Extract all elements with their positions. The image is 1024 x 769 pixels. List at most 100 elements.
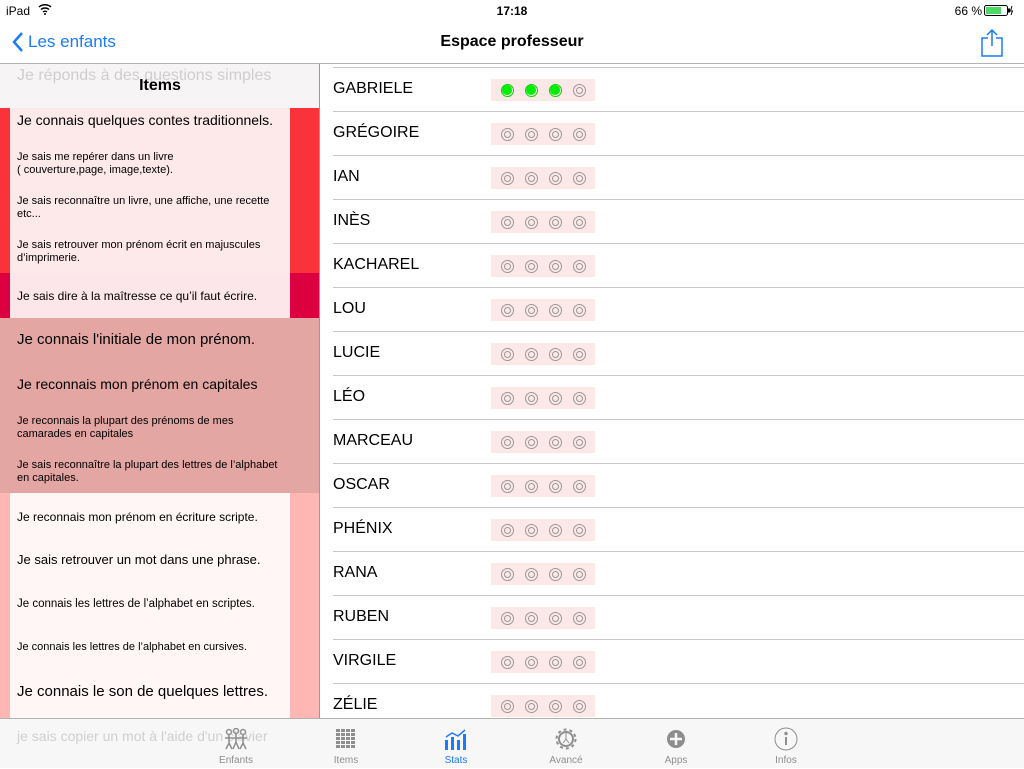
tab-avancé[interactable]: Avancé bbox=[521, 719, 611, 769]
level-dot-empty[interactable] bbox=[572, 347, 586, 361]
item-row[interactable]: Je connais le son de quelques lettres. bbox=[17, 683, 287, 701]
student-row[interactable]: PHÉNIX bbox=[321, 508, 1024, 552]
level-dot-empty[interactable] bbox=[500, 259, 514, 273]
level-dot-empty[interactable] bbox=[548, 655, 562, 669]
level-dot-empty[interactable] bbox=[572, 523, 586, 537]
tab-apps[interactable]: Apps bbox=[631, 719, 721, 769]
level-dot-empty[interactable] bbox=[572, 215, 586, 229]
student-row[interactable]: OSCAR bbox=[321, 464, 1024, 508]
level-dot-empty[interactable] bbox=[500, 523, 514, 537]
level-dot-empty[interactable] bbox=[524, 523, 538, 537]
student-row[interactable]: KACHAREL bbox=[321, 244, 1024, 288]
level-dot-empty[interactable] bbox=[548, 171, 562, 185]
item-row[interactable]: Je sais dire à la maîtresse ce qu’il fau… bbox=[17, 289, 287, 303]
level-dot-empty[interactable] bbox=[572, 303, 586, 317]
level-dot-empty[interactable] bbox=[500, 699, 514, 713]
student-row[interactable]: ZÉLIE bbox=[321, 684, 1024, 718]
level-dot-empty[interactable] bbox=[548, 391, 562, 405]
level-dot-empty[interactable] bbox=[524, 259, 538, 273]
level-dot-empty[interactable] bbox=[572, 171, 586, 185]
level-dot-empty[interactable] bbox=[524, 655, 538, 669]
student-row[interactable]: IAN bbox=[321, 156, 1024, 200]
level-dot-empty[interactable] bbox=[524, 303, 538, 317]
level-dot-empty[interactable] bbox=[500, 391, 514, 405]
student-row[interactable]: RANA bbox=[321, 552, 1024, 596]
item-row[interactable]: Je connais les lettres de l’alphabet en … bbox=[17, 641, 287, 654]
level-dot-filled[interactable] bbox=[548, 83, 562, 97]
level-dot-empty[interactable] bbox=[572, 567, 586, 581]
item-row[interactable]: Je connais les lettres de l’alphabet en … bbox=[17, 598, 287, 612]
item-row[interactable]: Je reconnais mon prénom en capitales bbox=[17, 376, 287, 393]
item-row[interactable]: Je connais l'initiale de mon prénom. bbox=[17, 331, 287, 349]
level-dot-empty[interactable] bbox=[572, 391, 586, 405]
student-row[interactable]: RUBEN bbox=[321, 596, 1024, 640]
level-rating bbox=[491, 387, 595, 409]
level-dot-empty[interactable] bbox=[524, 611, 538, 625]
tab-infos[interactable]: Infos bbox=[741, 719, 831, 769]
level-dot-empty[interactable] bbox=[548, 479, 562, 493]
student-row[interactable]: VIRGILE bbox=[321, 640, 1024, 684]
items-list[interactable]: Je connais quelques contes traditionnels… bbox=[0, 64, 320, 718]
level-dot-empty[interactable] bbox=[548, 215, 562, 229]
level-dot-empty[interactable] bbox=[524, 215, 538, 229]
level-dot-empty[interactable] bbox=[500, 171, 514, 185]
level-dot-empty[interactable] bbox=[524, 391, 538, 405]
item-row[interactable]: Je sais retrouver un mot dans une phrase… bbox=[17, 552, 287, 568]
level-dot-empty[interactable] bbox=[524, 699, 538, 713]
level-dot-empty[interactable] bbox=[572, 83, 586, 97]
level-dot-empty[interactable] bbox=[572, 655, 586, 669]
student-row[interactable]: GRÉGOIRE bbox=[321, 112, 1024, 156]
level-dot-empty[interactable] bbox=[500, 655, 514, 669]
level-dot-empty[interactable] bbox=[500, 435, 514, 449]
level-dot-empty[interactable] bbox=[548, 435, 562, 449]
tab-items[interactable]: Items bbox=[301, 719, 391, 769]
tab-enfants[interactable]: Enfants bbox=[191, 719, 281, 769]
item-row[interactable]: Je reconnais la plupart des prénoms de m… bbox=[17, 415, 287, 441]
level-dot-empty[interactable] bbox=[548, 699, 562, 713]
level-dot-empty[interactable] bbox=[524, 127, 538, 141]
level-dot-empty[interactable] bbox=[524, 171, 538, 185]
level-dot-empty[interactable] bbox=[500, 127, 514, 141]
share-button[interactable] bbox=[980, 28, 1004, 63]
level-dot-empty[interactable] bbox=[500, 215, 514, 229]
level-dot-empty[interactable] bbox=[500, 303, 514, 317]
level-dot-empty[interactable] bbox=[572, 259, 586, 273]
student-row[interactable]: LÉO bbox=[321, 376, 1024, 420]
level-dot-empty[interactable] bbox=[548, 611, 562, 625]
level-dot-empty[interactable] bbox=[572, 611, 586, 625]
level-dot-empty[interactable] bbox=[500, 479, 514, 493]
level-dot-empty[interactable] bbox=[572, 479, 586, 493]
level-dot-empty[interactable] bbox=[548, 259, 562, 273]
level-dot-empty[interactable] bbox=[500, 611, 514, 625]
level-dot-empty[interactable] bbox=[500, 567, 514, 581]
level-dot-filled[interactable] bbox=[500, 83, 514, 97]
student-row[interactable]: LUCIE bbox=[321, 332, 1024, 376]
tab-label: Apps bbox=[664, 755, 688, 766]
item-row[interactable]: Je sais me repérer dans un livre ( couve… bbox=[17, 151, 287, 177]
level-dot-empty[interactable] bbox=[524, 567, 538, 581]
student-row[interactable]: INÈS bbox=[321, 200, 1024, 244]
level-dot-empty[interactable] bbox=[572, 127, 586, 141]
level-dot-empty[interactable] bbox=[524, 435, 538, 449]
level-dot-empty[interactable] bbox=[572, 435, 586, 449]
level-dot-empty[interactable] bbox=[500, 347, 514, 361]
student-row[interactable]: GABRIELE bbox=[321, 68, 1024, 112]
level-dot-empty[interactable] bbox=[548, 303, 562, 317]
item-row[interactable]: Je sais reconnaître un livre, une affich… bbox=[17, 195, 287, 221]
level-dot-empty[interactable] bbox=[548, 567, 562, 581]
students-list[interactable]: GABRIELE GRÉGOIRE IAN INÈS KACHAREL LOU LUCIE L… bbox=[321, 64, 1024, 718]
level-dot-filled[interactable] bbox=[524, 83, 538, 97]
item-row[interactable]: Je reconnais mon prénom en écriture scri… bbox=[17, 510, 287, 524]
student-row[interactable]: MARCEAU bbox=[321, 420, 1024, 464]
level-dot-empty[interactable] bbox=[548, 127, 562, 141]
level-dot-empty[interactable] bbox=[524, 479, 538, 493]
item-row[interactable]: Je sais reconnaître la plupart des lettr… bbox=[17, 459, 287, 485]
level-dot-empty[interactable] bbox=[548, 347, 562, 361]
tab-stats[interactable]: Stats bbox=[411, 719, 501, 769]
item-row[interactable]: Je sais retrouver mon prénom écrit en ma… bbox=[17, 239, 287, 265]
level-dot-empty[interactable] bbox=[548, 523, 562, 537]
level-dot-empty[interactable] bbox=[572, 699, 586, 713]
student-row[interactable]: LOU bbox=[321, 288, 1024, 332]
level-dot-empty[interactable] bbox=[524, 347, 538, 361]
item-row[interactable]: Je connais quelques contes traditionnels… bbox=[17, 112, 287, 129]
